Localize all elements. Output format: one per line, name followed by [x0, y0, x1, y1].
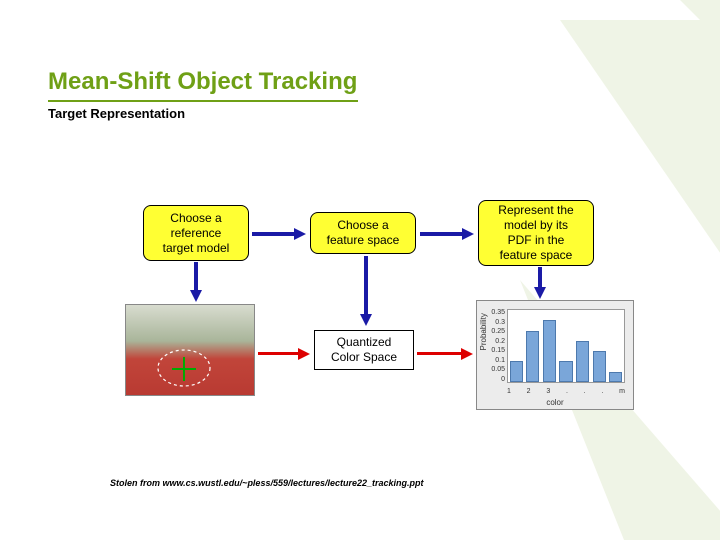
slide: Mean-Shift Object Tracking Target Repres… — [0, 0, 720, 540]
hist-bar — [543, 320, 556, 382]
arrow-represent-to-hist — [534, 267, 546, 299]
hist-xlabel: color — [546, 398, 563, 407]
hist-bar — [510, 361, 523, 382]
box-reference-target: Choose a reference target model — [143, 205, 249, 261]
hist-bar — [576, 341, 589, 382]
background-triangles-deco — [520, 0, 720, 540]
title-underline — [48, 100, 358, 102]
ytick: 0 — [501, 376, 505, 383]
ytick: 0.05 — [491, 366, 505, 373]
arrow-quantized-to-hist — [417, 348, 473, 360]
slide-subtitle: Target Representation — [48, 106, 185, 121]
ytick: 0.35 — [491, 309, 505, 316]
ytick: 0.1 — [495, 357, 505, 364]
target-ellipse — [156, 347, 212, 389]
ytick: 0.2 — [495, 338, 505, 345]
histogram-pdf: Probability 0.35 0.3 0.25 0.2 0.15 0.1 0… — [476, 300, 634, 410]
hist-bar — [593, 351, 606, 382]
box-represent-pdf: Represent the model by its PDF in the fe… — [478, 200, 594, 266]
hist-yticks: 0.35 0.3 0.25 0.2 0.15 0.1 0.05 0 — [487, 309, 505, 383]
ytick: 0.25 — [491, 328, 505, 335]
xtick: 1 — [507, 388, 511, 395]
arrow-feature-to-represent — [420, 228, 474, 240]
xtick: m — [619, 388, 625, 395]
hist-bar — [526, 331, 539, 382]
arrow-image-to-quantized — [258, 348, 310, 360]
slide-title: Mean-Shift Object Tracking — [48, 68, 357, 96]
hist-xticks: 1 2 3 ... m — [507, 388, 625, 395]
box-represent-label: Represent the model by its PDF in the fe… — [498, 203, 573, 263]
hist-bar — [609, 372, 622, 382]
ytick: 0.15 — [491, 347, 505, 354]
attribution-text: Stolen from www.cs.wustl.edu/~pless/559/… — [110, 478, 424, 488]
hist-bar — [559, 361, 572, 382]
box-feature-space: Choose a feature space — [310, 212, 416, 254]
xtick: 2 — [527, 388, 531, 395]
ytick: 0.3 — [495, 319, 505, 326]
xtick: 3 — [546, 388, 550, 395]
arrow-ref-to-image — [190, 262, 202, 302]
box-quantized-color-space: Quantized Color Space — [314, 330, 414, 370]
arrow-ref-to-feature — [252, 228, 306, 240]
hist-plot-area — [507, 309, 625, 383]
reference-target-image — [125, 304, 255, 396]
arrow-feature-to-quantized — [360, 256, 372, 326]
box-quantized-label: Quantized Color Space — [331, 335, 397, 365]
box-reference-label: Choose a reference target model — [163, 211, 230, 256]
box-feature-label: Choose a feature space — [327, 218, 400, 248]
